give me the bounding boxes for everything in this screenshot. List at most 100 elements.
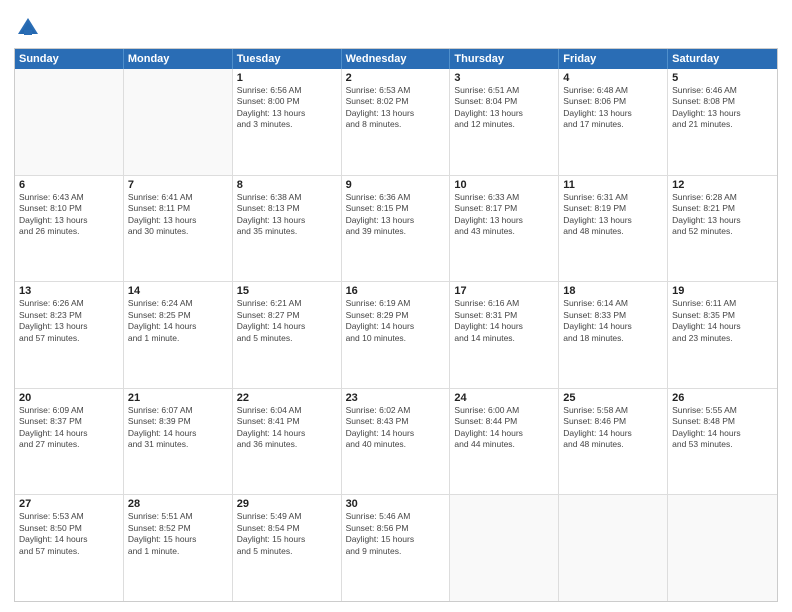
day-info: Sunrise: 6:38 AM Sunset: 8:13 PM Dayligh… [237, 192, 337, 238]
calendar-cell: 3Sunrise: 6:51 AM Sunset: 8:04 PM Daylig… [450, 69, 559, 175]
calendar-cell: 8Sunrise: 6:38 AM Sunset: 8:13 PM Daylig… [233, 176, 342, 282]
calendar-header-cell: Saturday [668, 49, 777, 69]
day-number: 22 [237, 392, 337, 404]
day-info: Sunrise: 5:58 AM Sunset: 8:46 PM Dayligh… [563, 405, 663, 451]
day-number: 18 [563, 285, 663, 297]
day-info: Sunrise: 5:53 AM Sunset: 8:50 PM Dayligh… [19, 511, 119, 557]
calendar-cell: 13Sunrise: 6:26 AM Sunset: 8:23 PM Dayli… [15, 282, 124, 388]
day-number: 15 [237, 285, 337, 297]
calendar-cell: 11Sunrise: 6:31 AM Sunset: 8:19 PM Dayli… [559, 176, 668, 282]
calendar-header-cell: Tuesday [233, 49, 342, 69]
day-info: Sunrise: 5:55 AM Sunset: 8:48 PM Dayligh… [672, 405, 773, 451]
day-info: Sunrise: 6:14 AM Sunset: 8:33 PM Dayligh… [563, 298, 663, 344]
day-info: Sunrise: 6:53 AM Sunset: 8:02 PM Dayligh… [346, 85, 446, 131]
day-info: Sunrise: 6:16 AM Sunset: 8:31 PM Dayligh… [454, 298, 554, 344]
calendar-row: 27Sunrise: 5:53 AM Sunset: 8:50 PM Dayli… [15, 494, 777, 601]
day-info: Sunrise: 6:43 AM Sunset: 8:10 PM Dayligh… [19, 192, 119, 238]
calendar-cell: 23Sunrise: 6:02 AM Sunset: 8:43 PM Dayli… [342, 389, 451, 495]
day-info: Sunrise: 6:19 AM Sunset: 8:29 PM Dayligh… [346, 298, 446, 344]
calendar-cell [559, 495, 668, 601]
day-number: 24 [454, 392, 554, 404]
day-number: 6 [19, 179, 119, 191]
day-info: Sunrise: 6:41 AM Sunset: 8:11 PM Dayligh… [128, 192, 228, 238]
calendar-cell: 1Sunrise: 6:56 AM Sunset: 8:00 PM Daylig… [233, 69, 342, 175]
day-info: Sunrise: 6:21 AM Sunset: 8:27 PM Dayligh… [237, 298, 337, 344]
calendar-cell: 30Sunrise: 5:46 AM Sunset: 8:56 PM Dayli… [342, 495, 451, 601]
day-info: Sunrise: 6:28 AM Sunset: 8:21 PM Dayligh… [672, 192, 773, 238]
day-number: 1 [237, 72, 337, 84]
calendar-cell: 2Sunrise: 6:53 AM Sunset: 8:02 PM Daylig… [342, 69, 451, 175]
calendar-cell: 12Sunrise: 6:28 AM Sunset: 8:21 PM Dayli… [668, 176, 777, 282]
day-number: 28 [128, 498, 228, 510]
calendar-cell: 17Sunrise: 6:16 AM Sunset: 8:31 PM Dayli… [450, 282, 559, 388]
calendar-cell [124, 69, 233, 175]
day-number: 12 [672, 179, 773, 191]
day-info: Sunrise: 5:49 AM Sunset: 8:54 PM Dayligh… [237, 511, 337, 557]
day-number: 14 [128, 285, 228, 297]
header [14, 10, 778, 42]
calendar-cell: 4Sunrise: 6:48 AM Sunset: 8:06 PM Daylig… [559, 69, 668, 175]
calendar-header: SundayMondayTuesdayWednesdayThursdayFrid… [15, 49, 777, 69]
day-info: Sunrise: 6:07 AM Sunset: 8:39 PM Dayligh… [128, 405, 228, 451]
day-number: 2 [346, 72, 446, 84]
calendar-row: 6Sunrise: 6:43 AM Sunset: 8:10 PM Daylig… [15, 175, 777, 282]
day-number: 7 [128, 179, 228, 191]
calendar-cell [450, 495, 559, 601]
day-info: Sunrise: 6:00 AM Sunset: 8:44 PM Dayligh… [454, 405, 554, 451]
calendar-header-cell: Friday [559, 49, 668, 69]
day-number: 25 [563, 392, 663, 404]
day-number: 3 [454, 72, 554, 84]
calendar-header-cell: Sunday [15, 49, 124, 69]
day-info: Sunrise: 5:46 AM Sunset: 8:56 PM Dayligh… [346, 511, 446, 557]
day-number: 20 [19, 392, 119, 404]
calendar-header-cell: Thursday [450, 49, 559, 69]
day-number: 23 [346, 392, 446, 404]
day-number: 19 [672, 285, 773, 297]
calendar-cell: 5Sunrise: 6:46 AM Sunset: 8:08 PM Daylig… [668, 69, 777, 175]
day-number: 8 [237, 179, 337, 191]
day-info: Sunrise: 6:46 AM Sunset: 8:08 PM Dayligh… [672, 85, 773, 131]
calendar-body: 1Sunrise: 6:56 AM Sunset: 8:00 PM Daylig… [15, 69, 777, 601]
calendar-cell: 27Sunrise: 5:53 AM Sunset: 8:50 PM Dayli… [15, 495, 124, 601]
day-info: Sunrise: 6:26 AM Sunset: 8:23 PM Dayligh… [19, 298, 119, 344]
day-number: 11 [563, 179, 663, 191]
calendar-cell: 20Sunrise: 6:09 AM Sunset: 8:37 PM Dayli… [15, 389, 124, 495]
day-number: 17 [454, 285, 554, 297]
calendar-cell: 29Sunrise: 5:49 AM Sunset: 8:54 PM Dayli… [233, 495, 342, 601]
day-number: 29 [237, 498, 337, 510]
day-number: 16 [346, 285, 446, 297]
day-number: 10 [454, 179, 554, 191]
calendar-cell: 22Sunrise: 6:04 AM Sunset: 8:41 PM Dayli… [233, 389, 342, 495]
calendar-cell: 10Sunrise: 6:33 AM Sunset: 8:17 PM Dayli… [450, 176, 559, 282]
calendar-cell: 14Sunrise: 6:24 AM Sunset: 8:25 PM Dayli… [124, 282, 233, 388]
calendar-cell: 24Sunrise: 6:00 AM Sunset: 8:44 PM Dayli… [450, 389, 559, 495]
calendar-row: 1Sunrise: 6:56 AM Sunset: 8:00 PM Daylig… [15, 69, 777, 175]
day-info: Sunrise: 6:24 AM Sunset: 8:25 PM Dayligh… [128, 298, 228, 344]
day-number: 27 [19, 498, 119, 510]
logo [14, 14, 46, 42]
calendar-cell: 26Sunrise: 5:55 AM Sunset: 8:48 PM Dayli… [668, 389, 777, 495]
page: SundayMondayTuesdayWednesdayThursdayFrid… [0, 0, 792, 612]
calendar-cell: 15Sunrise: 6:21 AM Sunset: 8:27 PM Dayli… [233, 282, 342, 388]
day-number: 4 [563, 72, 663, 84]
day-info: Sunrise: 6:51 AM Sunset: 8:04 PM Dayligh… [454, 85, 554, 131]
calendar-cell: 28Sunrise: 5:51 AM Sunset: 8:52 PM Dayli… [124, 495, 233, 601]
day-number: 21 [128, 392, 228, 404]
calendar-cell: 21Sunrise: 6:07 AM Sunset: 8:39 PM Dayli… [124, 389, 233, 495]
day-number: 9 [346, 179, 446, 191]
calendar-cell: 6Sunrise: 6:43 AM Sunset: 8:10 PM Daylig… [15, 176, 124, 282]
calendar-row: 13Sunrise: 6:26 AM Sunset: 8:23 PM Dayli… [15, 281, 777, 388]
calendar-cell: 9Sunrise: 6:36 AM Sunset: 8:15 PM Daylig… [342, 176, 451, 282]
day-info: Sunrise: 6:09 AM Sunset: 8:37 PM Dayligh… [19, 405, 119, 451]
calendar-cell: 16Sunrise: 6:19 AM Sunset: 8:29 PM Dayli… [342, 282, 451, 388]
calendar: SundayMondayTuesdayWednesdayThursdayFrid… [14, 48, 778, 602]
day-number: 13 [19, 285, 119, 297]
day-info: Sunrise: 6:56 AM Sunset: 8:00 PM Dayligh… [237, 85, 337, 131]
day-info: Sunrise: 6:33 AM Sunset: 8:17 PM Dayligh… [454, 192, 554, 238]
logo-icon [14, 14, 42, 42]
day-number: 5 [672, 72, 773, 84]
day-info: Sunrise: 6:48 AM Sunset: 8:06 PM Dayligh… [563, 85, 663, 131]
day-number: 26 [672, 392, 773, 404]
day-info: Sunrise: 6:31 AM Sunset: 8:19 PM Dayligh… [563, 192, 663, 238]
calendar-row: 20Sunrise: 6:09 AM Sunset: 8:37 PM Dayli… [15, 388, 777, 495]
